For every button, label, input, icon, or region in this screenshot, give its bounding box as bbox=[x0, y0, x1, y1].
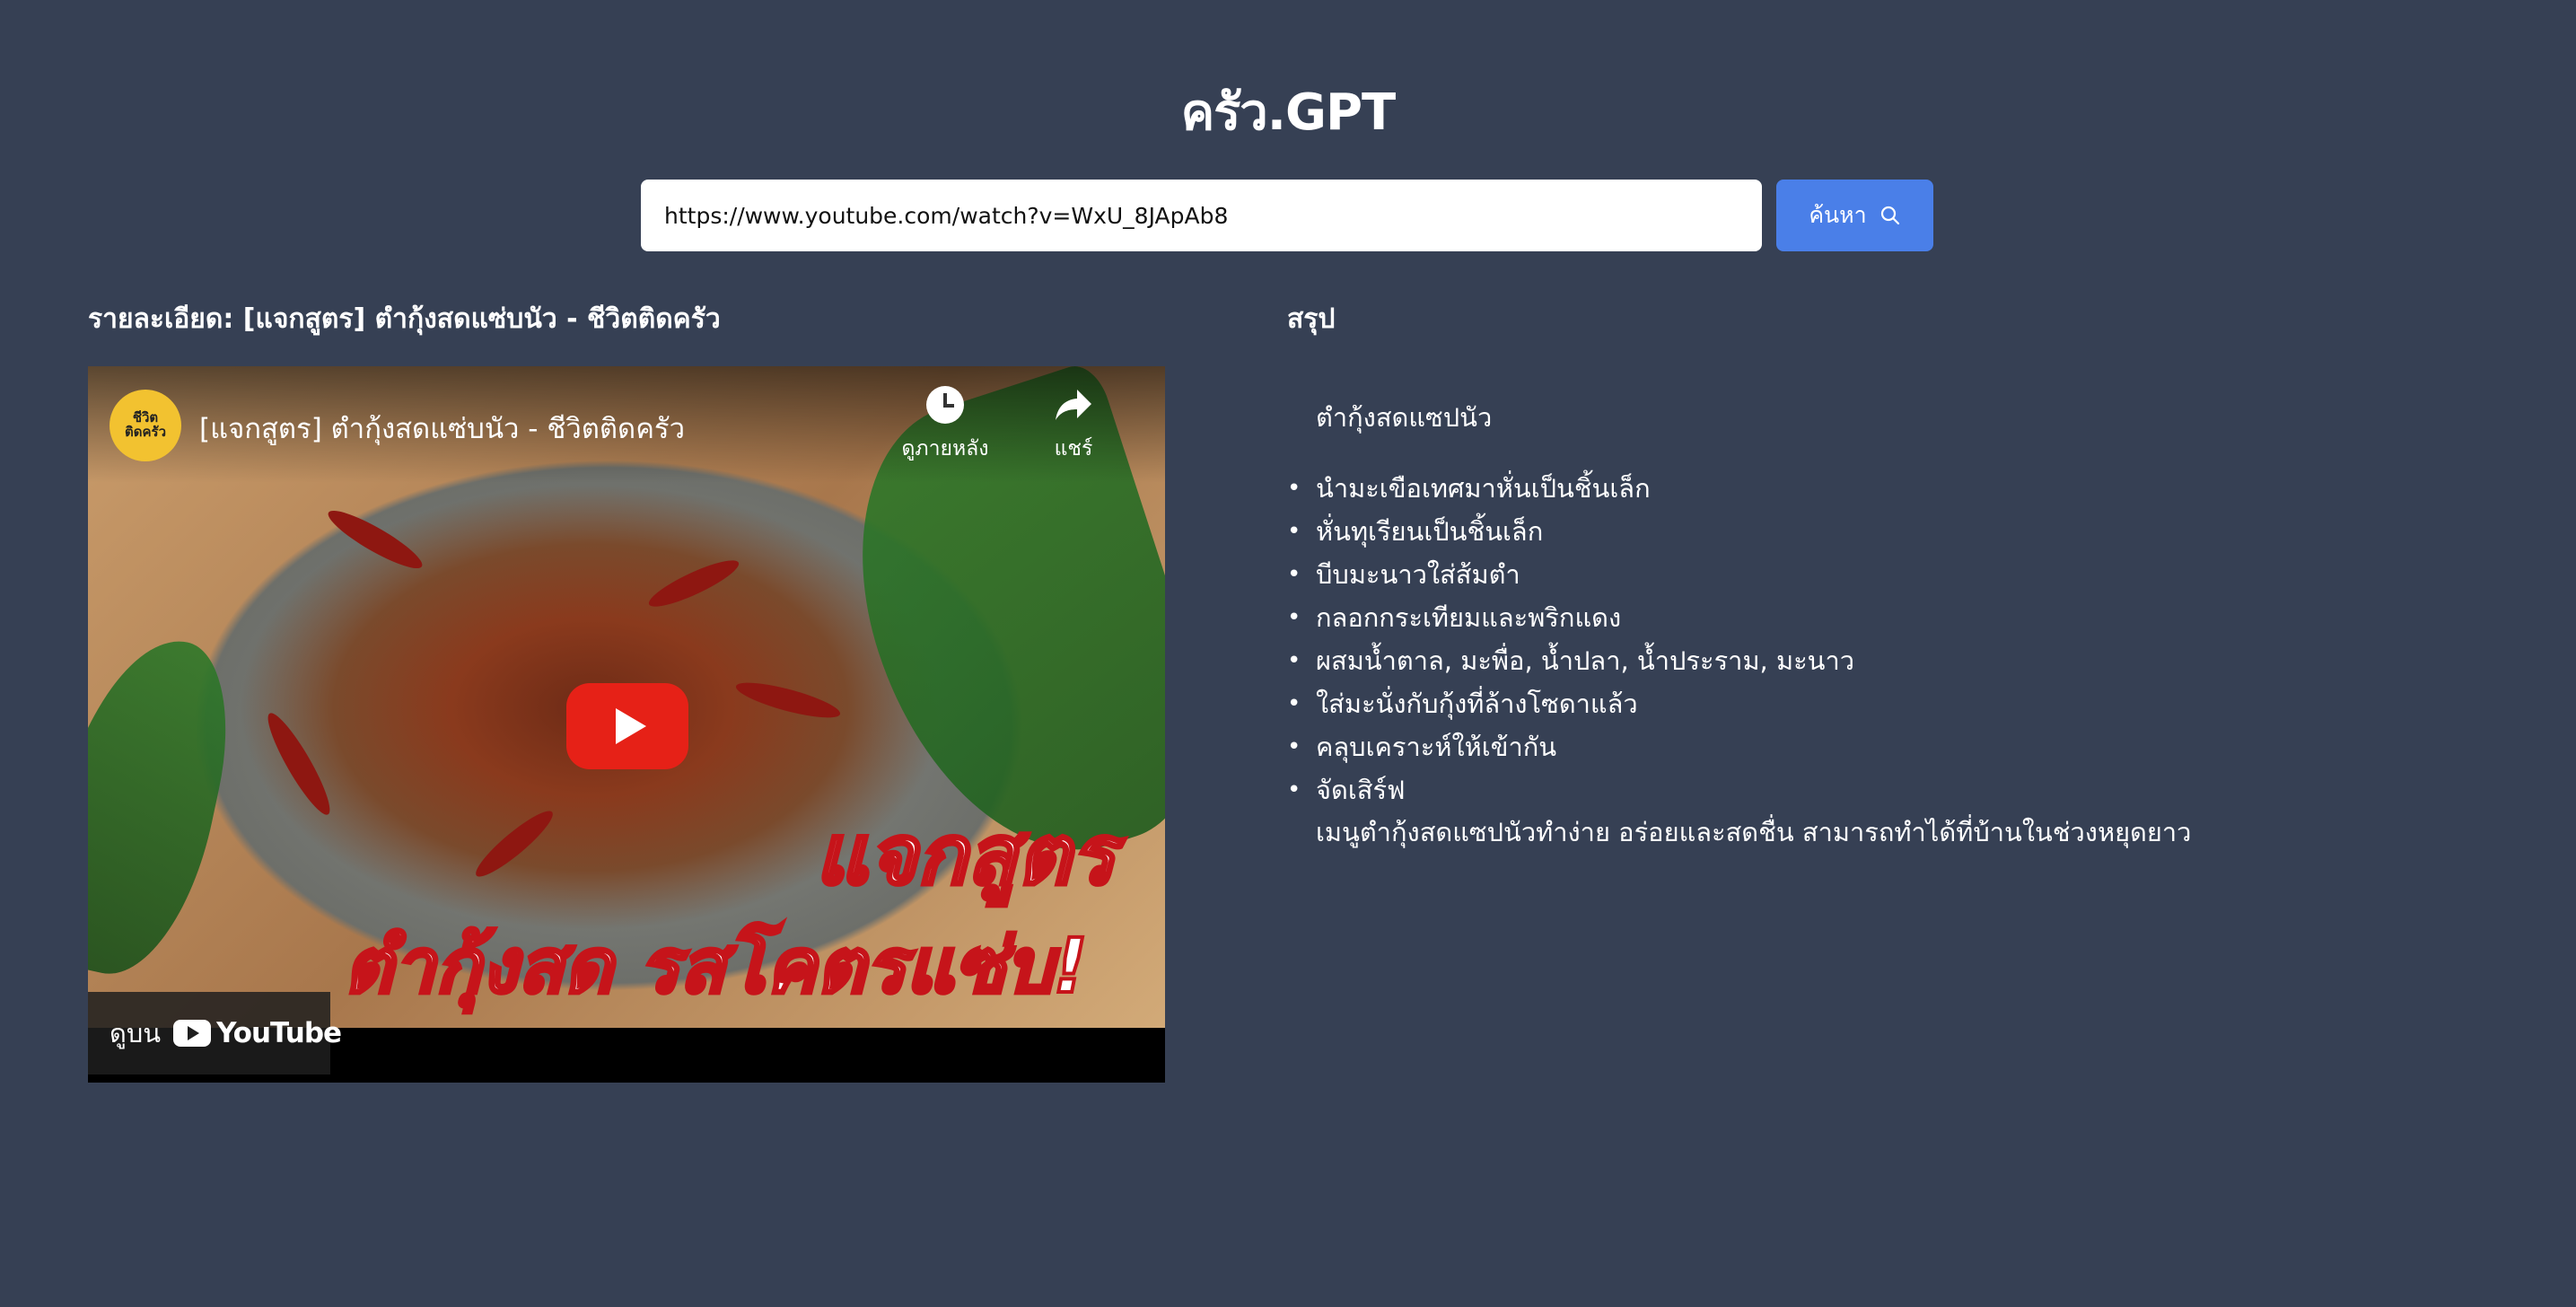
bullet-icon: • bbox=[1287, 561, 1301, 588]
bullet-icon: • bbox=[1287, 604, 1301, 631]
bullet-icon: • bbox=[1287, 733, 1301, 760]
bullet-icon: • bbox=[1287, 475, 1301, 502]
app-title: ครัว.GPT bbox=[1180, 83, 1396, 142]
list-item: • จัดเสิร์ฟ bbox=[1287, 768, 1854, 811]
share-label: แชร์ bbox=[1054, 437, 1093, 461]
step-text: ผสมน้ำตาล, มะพื่อ, น้ำปลา, น้ำประราม, มะ… bbox=[1316, 645, 1855, 676]
details-heading: รายละเอียด: [แจกสูตร] ตำกุ้งสดแซ่บนัว - … bbox=[88, 303, 721, 335]
bullet-icon: • bbox=[1287, 647, 1301, 674]
thumbnail-caption-1: แจกสูตร bbox=[813, 805, 1117, 905]
share-button[interactable]: แชร์ bbox=[1029, 386, 1118, 485]
youtube-logo: YouTube bbox=[173, 1017, 342, 1049]
step-text: ใส่มะนั่งกับกุ้งที่ล้างโซดาแล้ว bbox=[1316, 689, 1638, 719]
search-input[interactable] bbox=[641, 180, 1762, 251]
step-text: นำมะเขือเทศมาหั่นเป็นชิ้นเล็ก bbox=[1316, 473, 1651, 504]
youtube-play-icon bbox=[173, 1020, 212, 1047]
chili-decoration bbox=[644, 552, 743, 615]
search-button-label: ค้นหา bbox=[1809, 202, 1867, 228]
banana-leaf-decoration bbox=[88, 623, 248, 989]
bullet-icon: • bbox=[1287, 776, 1301, 803]
list-item: • ใส่มะนั่งกับกุ้งที่ล้างโซดาแล้ว bbox=[1287, 682, 1854, 725]
video-player[interactable]: แจกสูตร ตำกุ้งสด รสโคตรแซ่บ! ชีวิต ติดคร… bbox=[88, 366, 1165, 1083]
watch-on-youtube-link[interactable]: ดูบน YouTube bbox=[88, 992, 342, 1075]
chili-decoration bbox=[732, 675, 844, 725]
video-title[interactable]: [แจกสูตร] ตำกุ้งสดแซ่บนัว - ชีวิตติดครัว bbox=[199, 406, 685, 451]
list-item: • นำมะเขือเทศมาหั่นเป็นชิ้นเล็ก bbox=[1287, 467, 1854, 510]
summary-conclusion: เมนูตำกุ้งสดแซปนัวทำง่าย อร่อยและสดชื่น … bbox=[1316, 817, 2192, 847]
summary-dish-name: ตำกุ้งสดแซปนัว bbox=[1316, 402, 1493, 433]
search-button[interactable]: ค้นหา bbox=[1776, 180, 1933, 251]
channel-logo-text: ชีวิต ติดครัว bbox=[125, 409, 166, 440]
list-item: • ผสมน้ำตาล, มะพื่อ, น้ำปลา, น้ำประราม, ม… bbox=[1287, 639, 1854, 682]
watch-later-label: ดูภายหลัง bbox=[901, 437, 989, 461]
summary-heading: สรุป bbox=[1287, 303, 1336, 335]
bullet-icon: • bbox=[1287, 518, 1301, 545]
channel-logo[interactable]: ชีวิต ติดครัว bbox=[110, 390, 181, 461]
chili-decoration bbox=[259, 707, 338, 820]
summary-steps-list: • นำมะเขือเทศมาหั่นเป็นชิ้นเล็ก • หั่นทุเร… bbox=[1287, 467, 1854, 811]
chili-decoration bbox=[322, 502, 428, 577]
list-item: • คลุบเคราะห์ให้เข้ากัน bbox=[1287, 725, 1854, 768]
step-text: บีบมะนาวใส่ส้มตำ bbox=[1316, 559, 1520, 590]
list-item: • กลอกกระเทียมและพริกแดง bbox=[1287, 596, 1854, 639]
list-item: • หั่นทุเรียนเป็นชิ้นเล็ก bbox=[1287, 510, 1854, 553]
step-text: จัดเสิร์ฟ bbox=[1316, 775, 1406, 805]
bullet-icon: • bbox=[1287, 690, 1301, 717]
share-icon bbox=[1056, 390, 1091, 420]
play-button[interactable] bbox=[566, 683, 688, 769]
search-icon bbox=[1880, 206, 1899, 225]
step-text: คลุบเคราะห์ให้เข้ากัน bbox=[1316, 732, 1557, 762]
chili-decoration bbox=[469, 803, 559, 884]
step-text: กลอกกระเทียมและพริกแดง bbox=[1316, 602, 1622, 633]
watch-on-label: ดูบน bbox=[110, 1018, 162, 1048]
list-item: • บีบมะนาวใส่ส้มตำ bbox=[1287, 553, 1854, 596]
watch-later-button[interactable]: ดูภายหลัง bbox=[896, 386, 994, 485]
play-icon bbox=[616, 708, 646, 744]
youtube-wordmark: YouTube bbox=[216, 1017, 342, 1049]
clock-icon bbox=[926, 386, 964, 424]
thumbnail-caption-2: ตำกุ้งสด รสโคตรแซ่บ! bbox=[342, 920, 1090, 1012]
step-text: หั่นทุเรียนเป็นชิ้นเล็ก bbox=[1316, 516, 1544, 547]
